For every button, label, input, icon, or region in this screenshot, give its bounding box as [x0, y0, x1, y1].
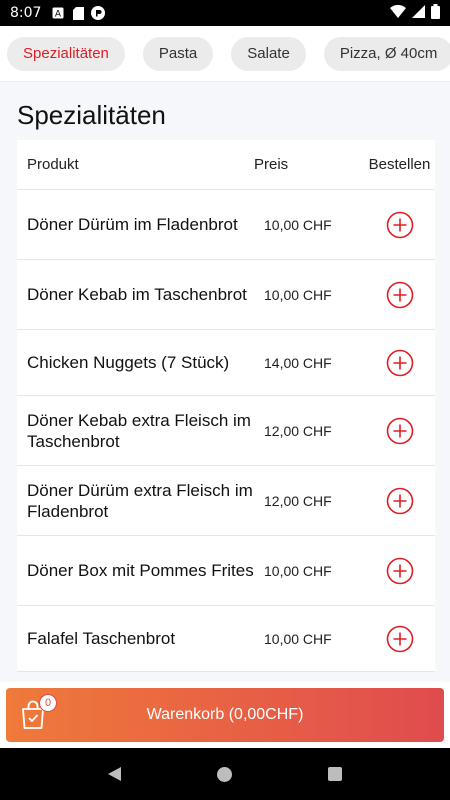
status-time: 8:07 — [10, 5, 42, 21]
product-name: Döner Box mit Pommes Frites — [27, 561, 254, 580]
product-price: 14,00 CHF — [264, 354, 332, 371]
notification-a-icon: A — [51, 6, 65, 20]
cart-label: Warenkorb (0,00CHF) — [146, 706, 304, 723]
tab-spezialitaeten[interactable]: Spezialitäten — [7, 36, 125, 71]
product-price: 10,00 CHF — [264, 216, 332, 233]
menu-content: Spezialitäten Produkt Preis Bestellen Dö… — [0, 82, 450, 682]
tab-pasta[interactable]: Pasta — [142, 36, 214, 71]
product-name: Döner Dürüm extra Fleisch im Fladenbrot — [27, 480, 253, 521]
app-notification-icon — [91, 6, 106, 20]
product-table: Produkt Preis Bestellen Döner Dürüm im F… — [17, 140, 435, 672]
product-name: Döner Kebab extra Fleisch im Taschenbrot — [27, 410, 251, 451]
table-row: Döner Kebab extra Fleisch im Taschenbrot… — [17, 396, 435, 466]
product-price: 12,00 CHF — [264, 422, 332, 439]
status-bar: 8:07 A — [0, 0, 450, 26]
product-name: Falafel Taschenbrot — [27, 629, 176, 648]
product-price: 10,00 CHF — [264, 630, 332, 647]
product-price: 10,00 CHF — [264, 286, 332, 303]
plus-circle-icon — [386, 487, 413, 514]
header-order: Bestellen — [368, 156, 431, 173]
table-header: Produkt Preis Bestellen — [17, 140, 435, 190]
table-row: Döner Kebab im Taschenbrot 10,00 CHF — [17, 260, 435, 330]
table-row: Chicken Nuggets (7 Stück) 14,00 CHF — [17, 330, 435, 396]
table-row: Döner Dürüm extra Fleisch im Fladenbrot … — [17, 466, 435, 536]
signal-icon — [412, 5, 425, 21]
product-name: Chicken Nuggets (7 Stück) — [27, 353, 230, 372]
add-to-cart-button[interactable] — [386, 417, 414, 445]
svg-text:A: A — [55, 10, 62, 20]
cart-count-badge: 0 — [39, 694, 57, 712]
add-to-cart-button[interactable] — [386, 557, 414, 585]
recents-icon[interactable] — [328, 767, 342, 781]
product-price: 10,00 CHF — [264, 562, 332, 579]
tab-salate[interactable]: Salate — [231, 36, 306, 71]
section-title: Spezialitäten — [17, 100, 166, 130]
system-nav-bar — [0, 748, 450, 800]
plus-circle-icon — [386, 281, 413, 308]
add-to-cart-button[interactable] — [386, 487, 414, 515]
plus-circle-icon — [386, 557, 413, 584]
table-row: Döner Dürüm im Fladenbrot 10,00 CHF — [17, 190, 435, 260]
product-price: 12,00 CHF — [264, 492, 332, 509]
add-to-cart-button[interactable] — [386, 281, 414, 309]
plus-circle-icon — [386, 211, 413, 238]
sd-card-icon — [71, 6, 85, 20]
home-icon[interactable] — [217, 766, 232, 782]
cart-button[interactable]: 0 Warenkorb (0,00CHF) — [6, 688, 444, 742]
product-name: Döner Dürüm im Fladenbrot — [27, 215, 238, 234]
add-to-cart-button[interactable] — [386, 349, 414, 377]
header-price: Preis — [254, 156, 289, 173]
battery-icon — [431, 4, 440, 22]
category-tabs: Spezialitäten Pasta Salate Pizza, Ø 40cm — [0, 26, 450, 82]
plus-circle-icon — [386, 625, 413, 652]
table-row: Döner Box mit Pommes Frites 10,00 CHF — [17, 536, 435, 606]
add-to-cart-button[interactable] — [386, 625, 414, 653]
table-row: Falafel Taschenbrot 10,00 CHF — [17, 606, 435, 672]
cart-bar: 0 Warenkorb (0,00CHF) — [0, 682, 450, 748]
back-icon[interactable] — [108, 767, 121, 781]
wifi-icon — [390, 4, 406, 21]
add-to-cart-button[interactable] — [386, 211, 414, 239]
tab-pizza[interactable]: Pizza, Ø 40cm — [323, 36, 450, 71]
product-name: Döner Kebab im Taschenbrot — [27, 285, 247, 304]
plus-circle-icon — [386, 417, 413, 444]
plus-circle-icon — [386, 349, 413, 376]
header-product: Produkt — [27, 156, 79, 173]
